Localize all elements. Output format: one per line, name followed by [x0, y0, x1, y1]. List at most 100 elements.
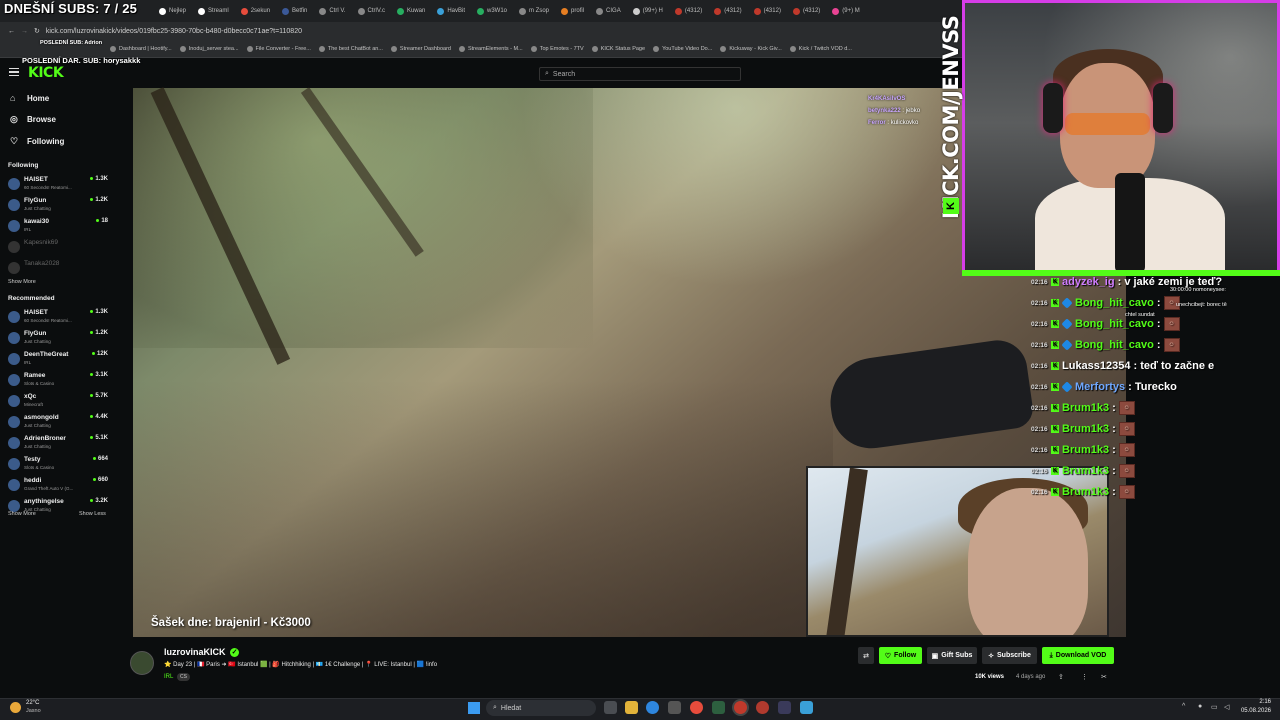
browser-tab[interactable]: Kuwan: [393, 3, 429, 19]
clip-icon[interactable]: ✂: [1101, 673, 1107, 681]
tab-favicon-icon: [319, 7, 327, 15]
chat-message: 02:16 K Brum1k3: ☺: [1031, 461, 1135, 481]
channel-avatar: [8, 416, 20, 428]
browser-tab[interactable]: (99+) H: [629, 3, 667, 19]
browser-tab[interactable]: profil: [557, 3, 588, 19]
browser-tab[interactable]: CIGA: [592, 3, 625, 19]
bookmark-item[interactable]: File Converter - Free...: [246, 45, 311, 52]
weather-moon-icon[interactable]: [10, 702, 21, 713]
clock-time[interactable]: 2:16: [1231, 699, 1271, 705]
microphone-icon[interactable]: ●: [1198, 703, 1202, 710]
search-input[interactable]: ⌕ Search: [539, 67, 741, 81]
sidebar-channel[interactable]: AdrienBroner Just Chatting 5.1K: [8, 434, 108, 452]
gift-subs-button[interactable]: ▣ Gift Subs: [927, 647, 977, 664]
clock-date[interactable]: 05.08.2026: [1231, 708, 1271, 714]
tab-favicon-icon: [357, 7, 365, 15]
bookmark-item[interactable]: KICK Status Page: [591, 45, 645, 52]
notepad-icon[interactable]: [800, 701, 813, 714]
stream-category[interactable]: IRL: [164, 674, 173, 680]
windows-start-icon[interactable]: [468, 702, 480, 714]
browser-tab[interactable]: 2sekun: [237, 3, 274, 19]
language-tag[interactable]: CS: [177, 673, 190, 681]
sidebar-channel[interactable]: DeenTheGreat IRL 12K: [8, 350, 108, 368]
sidebar-channel[interactable]: FlyGun Just Chatting 1.2K: [8, 329, 108, 347]
tray-chevron-icon[interactable]: ^: [1182, 703, 1185, 710]
browser-tab[interactable]: (4312): [750, 3, 785, 19]
streamer-name[interactable]: luzrovinaKICK: [164, 647, 226, 657]
streamer-avatar[interactable]: [130, 651, 154, 675]
bookmark-item[interactable]: Kick / Twitch VOD d...: [789, 45, 852, 52]
video-ground-shade: [133, 380, 833, 637]
tab-favicon-icon: [396, 7, 404, 15]
bookmark-item[interactable]: Top Emotes - 7TV: [530, 45, 584, 52]
back-arrow-icon[interactable]: ←: [8, 28, 15, 35]
chat-message: 02:16 K Brum1k3: ☺: [1031, 398, 1135, 418]
browser-tab[interactable]: Ctrl V.: [315, 3, 349, 19]
app-icon[interactable]: [712, 701, 725, 714]
notification-text: chtel sundat: [1125, 312, 1155, 318]
subscribe-button[interactable]: ✧ Subscribe: [982, 647, 1037, 664]
windows-taskbar: [0, 698, 1280, 720]
task-view-icon[interactable]: [604, 701, 617, 714]
bookmark-item[interactable]: The best ChatBot an...: [318, 45, 383, 52]
browser-tab[interactable]: Nejlep: [155, 3, 190, 19]
bookmark-item[interactable]: Inoduj_server stea...: [179, 45, 239, 52]
edge-icon[interactable]: [646, 701, 659, 714]
browser-tab[interactable]: HavBit: [433, 3, 469, 19]
browser-tab[interactable]: CtrlV.c: [354, 3, 389, 19]
browser-tab[interactable]: (9+) M: [828, 3, 864, 19]
app-icon[interactable]: [756, 701, 769, 714]
file-explorer-icon[interactable]: [625, 701, 638, 714]
sidebar-channel[interactable]: heddi Grand Theft Auto V (G... 660: [8, 476, 108, 494]
url-text[interactable]: kick.com/luzrovinakick/videos/019fbc25-3…: [46, 28, 302, 35]
following-show-more[interactable]: Show More: [8, 279, 36, 285]
network-icon[interactable]: ▭: [1211, 703, 1218, 711]
forward-arrow-icon[interactable]: →: [21, 28, 28, 35]
nav-home[interactable]: ⌂ Home: [10, 94, 49, 104]
sidebar-channel[interactable]: Ramee Slots & Casino 3.1K: [8, 371, 108, 389]
tab-favicon-icon: [240, 7, 248, 15]
bookmark-icon: [179, 45, 186, 52]
sidebar-channel[interactable]: kawai30 IRL 18: [8, 217, 108, 235]
nav-following[interactable]: ♡ Following: [10, 137, 64, 147]
browser-tab[interactable]: m Zsop: [515, 3, 553, 19]
sidebar-channel[interactable]: HAISET 60 Seconds! Reatomi... 1.3K: [8, 308, 108, 326]
speaker-icon[interactable]: ◁: [1224, 703, 1229, 711]
sidebar-channel[interactable]: FlyGun Just Chatting 1.2K: [8, 196, 108, 214]
sidebar-channel[interactable]: Testy Slots & Casino 664: [8, 455, 108, 473]
sidebar-channel[interactable]: Kapesnik69: [8, 238, 108, 256]
chat-popout-button[interactable]: ⇄: [858, 647, 874, 664]
app-icon[interactable]: [778, 701, 791, 714]
browser-tab[interactable]: Streaml: [194, 3, 233, 19]
more-options-icon[interactable]: ⋮: [1081, 673, 1088, 681]
channel-avatar: [8, 199, 20, 211]
sidebar-channel[interactable]: asmongold Just Chatting 4.4K: [8, 413, 108, 431]
bookmark-item[interactable]: Kickuway - Kick Giv...: [720, 45, 782, 52]
bookmark-item[interactable]: Dashboard | Hootify...: [110, 45, 172, 52]
browser-tab[interactable]: Betfin: [278, 3, 311, 19]
chrome-active-icon[interactable]: [734, 701, 747, 714]
recommended-show-less[interactable]: Show Less: [79, 511, 106, 517]
chrome-icon[interactable]: [690, 701, 703, 714]
recommended-show-more[interactable]: Show More: [8, 511, 36, 517]
emote-icon: ☺: [1118, 464, 1135, 478]
bookmark-item[interactable]: Streamer Dashboard: [390, 45, 451, 52]
browser-tab[interactable]: (4312): [789, 3, 824, 19]
browser-tab[interactable]: (4312): [671, 3, 706, 19]
bookmark-item[interactable]: YouTube Video Do...: [653, 45, 712, 52]
sidebar-channel[interactable]: Tanaka2028: [8, 259, 108, 277]
taskbar-search[interactable]: ⌕ Hledat: [486, 700, 596, 716]
browser-tab[interactable]: w3W1o: [473, 3, 511, 19]
sidebar-channel[interactable]: xQc Minecraft 5.7K: [8, 392, 108, 410]
share-icon[interactable]: ⇪: [1058, 673, 1064, 681]
bookmark-item[interactable]: StreamElements - M...: [458, 45, 523, 52]
nav-browse[interactable]: ◎ Browse: [10, 115, 56, 125]
hamburger-menu-icon[interactable]: [9, 68, 19, 76]
kick-logo[interactable]: KICK: [28, 65, 64, 81]
reload-icon[interactable]: ↻: [34, 27, 40, 35]
sidebar-channel[interactable]: HAISET 60 Seconds! Reatomi... 1.3K: [8, 175, 108, 193]
store-icon[interactable]: [668, 701, 681, 714]
download-vod-button[interactable]: ⤓ Download VOD: [1042, 647, 1114, 664]
follow-button[interactable]: ♡ Follow: [879, 647, 922, 664]
browser-tab[interactable]: (4312): [710, 3, 745, 19]
